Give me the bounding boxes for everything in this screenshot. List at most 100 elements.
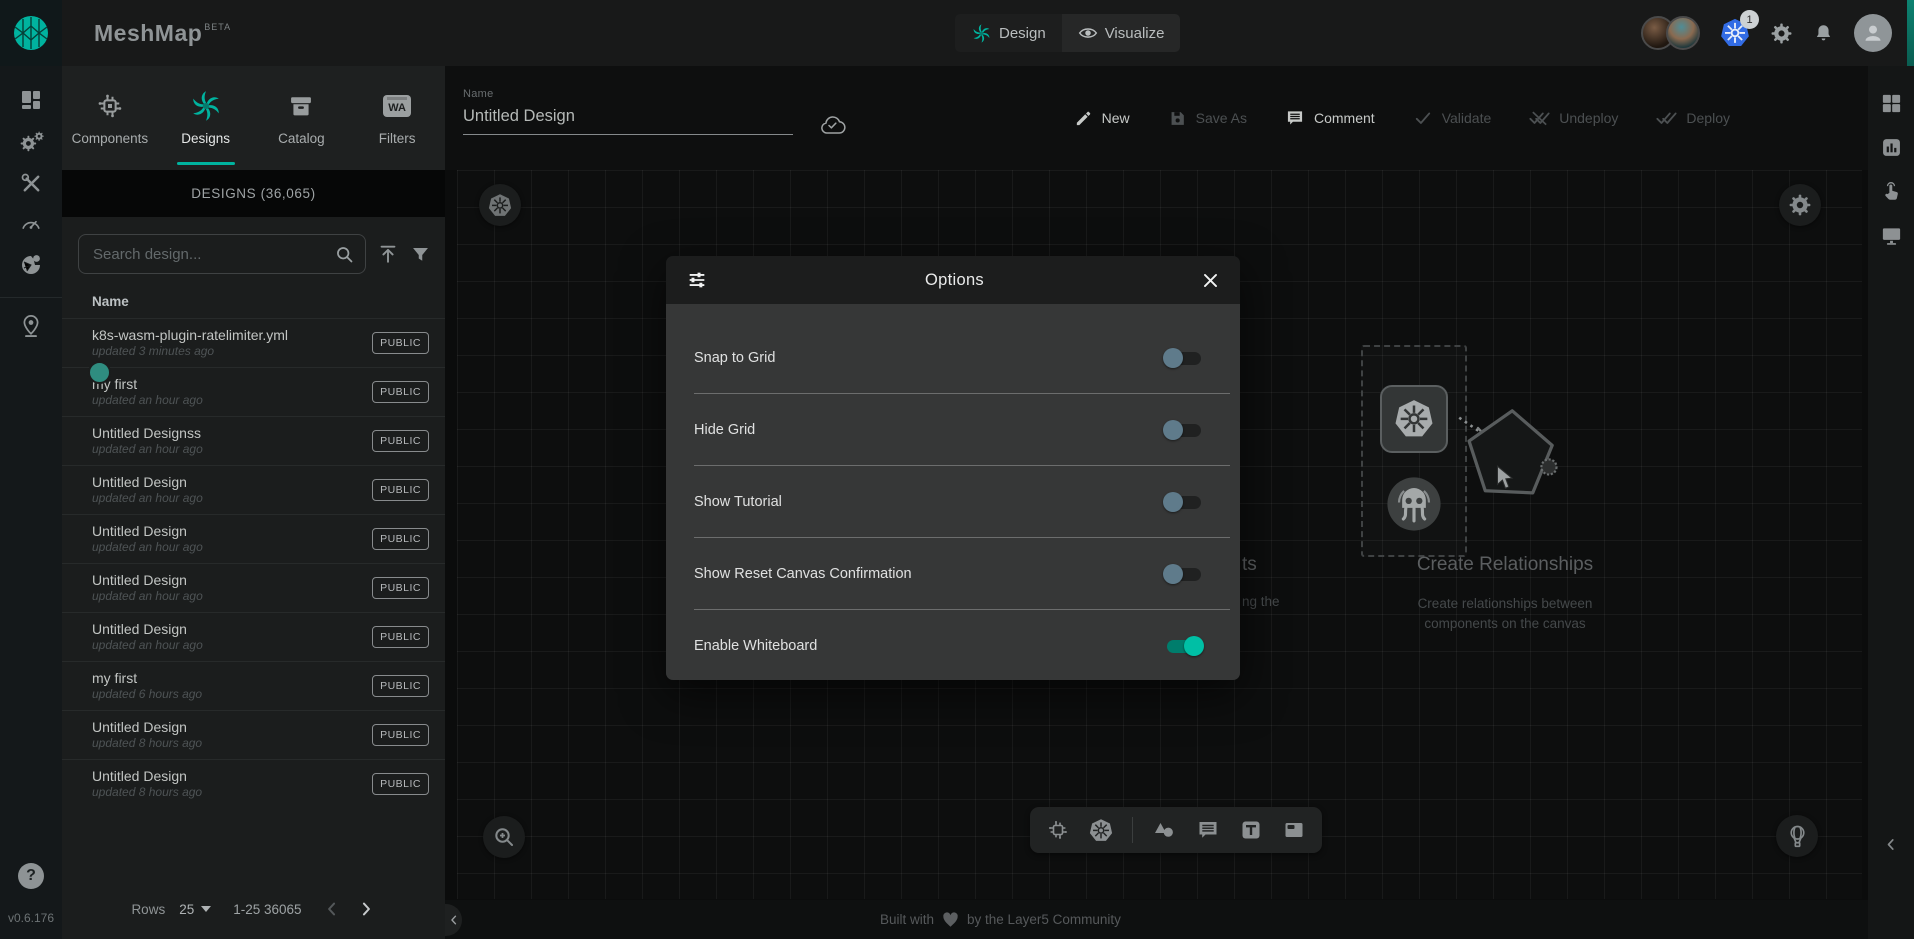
dock-expand-button[interactable] <box>1883 836 1900 853</box>
nav-dashboard[interactable] <box>19 88 43 112</box>
shapes-tool[interactable] <box>1152 818 1177 842</box>
undeploy-icon <box>1529 108 1550 128</box>
wasm-filter-icon: WA <box>383 90 411 122</box>
save-as-label: Save As <box>1196 110 1247 126</box>
close-button[interactable] <box>1201 271 1220 290</box>
save-as-button[interactable]: Save As <box>1168 109 1247 128</box>
kubernetes-context-button[interactable] <box>479 184 521 226</box>
add-component-tool[interactable] <box>1046 818 1070 842</box>
comment-tool[interactable] <box>1196 818 1220 842</box>
dock-widgets-button[interactable] <box>1880 92 1903 115</box>
design-row[interactable]: Untitled Design updated 8 hours ago PUBL… <box>62 759 445 808</box>
nav-mesh[interactable] <box>19 253 43 277</box>
header-right: 1 <box>1641 0 1892 66</box>
dock-screen-button[interactable] <box>1880 224 1903 247</box>
tab-design[interactable]: Design <box>955 14 1062 52</box>
chevron-left-icon <box>322 899 342 919</box>
dock-charts-button[interactable] <box>1880 136 1903 159</box>
tab-visualize[interactable]: Visualize <box>1062 14 1181 52</box>
new-button[interactable]: New <box>1074 109 1130 128</box>
tab-designs[interactable]: Designs <box>158 66 254 170</box>
kubernetes-context-chip[interactable]: 1 <box>1720 17 1750 49</box>
help-button[interactable]: ? <box>18 863 44 889</box>
pencil-icon <box>1074 109 1093 128</box>
nav-lifecycle[interactable] <box>18 130 44 154</box>
nav-toolkit[interactable] <box>20 172 43 195</box>
community-text: by the Layer5 Community <box>967 912 1121 927</box>
components-icon <box>95 90 125 122</box>
design-row[interactable]: my first updated 6 hours ago PUBLIC <box>62 661 445 710</box>
left-nav-rail: ? v0.6.176 <box>0 66 62 939</box>
undeploy-button[interactable]: Undeploy <box>1529 108 1618 128</box>
design-row[interactable]: Untitled Design updated 8 hours ago PUBL… <box>62 710 445 759</box>
hide-grid-toggle[interactable] <box>1163 420 1204 440</box>
layer5-logo-button[interactable] <box>0 0 62 66</box>
design-row[interactable]: Untitled Design updated an hour ago PUBL… <box>62 514 445 563</box>
design-row[interactable]: Untitled Design updated an hour ago PUBL… <box>62 563 445 612</box>
search-icon <box>334 244 355 265</box>
notifications-button[interactable] <box>1813 22 1834 44</box>
design-row[interactable]: k8s-wasm-plugin-ratelimiter.yml updated … <box>62 318 445 367</box>
design-row[interactable]: Untitled Design updated an hour ago PUBL… <box>62 465 445 514</box>
zoom-button[interactable] <box>483 816 525 858</box>
gear-icon <box>1770 22 1793 45</box>
options-modal-header: Options <box>666 256 1240 304</box>
filter-button[interactable] <box>410 244 431 265</box>
dock-interact-button[interactable] <box>1880 180 1902 203</box>
validate-button[interactable]: Validate <box>1413 108 1492 128</box>
prev-page-button[interactable] <box>322 899 342 919</box>
kubernetes-icon <box>1089 818 1113 843</box>
search-input[interactable] <box>91 245 334 264</box>
text-icon <box>1239 818 1263 842</box>
settings-button[interactable] <box>1770 22 1793 45</box>
canvas-settings-button[interactable] <box>1779 184 1821 226</box>
illustration-drop-zone <box>1361 345 1467 557</box>
option-row-snap-to-grid: Snap to Grid <box>694 322 1230 394</box>
section-title: DESIGNS (36,065) <box>62 170 445 217</box>
comment-button[interactable]: Comment <box>1285 108 1375 128</box>
tab-design-label: Design <box>999 25 1046 42</box>
design-row[interactable]: Untitled Design updated an hour ago PUBL… <box>62 612 445 661</box>
whiteboard-balloon-button[interactable] <box>1776 815 1818 857</box>
kubernetes-tool[interactable] <box>1089 818 1113 843</box>
rail-bottom: ? v0.6.176 <box>8 863 54 925</box>
bell-icon <box>1813 22 1834 44</box>
tab-filters[interactable]: WA Filters <box>349 66 445 170</box>
design-name-field: Name <box>463 88 809 135</box>
reset-canvas-confirmation-toggle[interactable] <box>1163 564 1204 584</box>
snap-to-grid-toggle[interactable] <box>1163 348 1204 368</box>
option-row-enable-whiteboard: Enable Whiteboard <box>694 610 1230 680</box>
deploy-button[interactable]: Deploy <box>1656 108 1730 128</box>
rows-per-page-select[interactable]: 25 <box>179 902 211 917</box>
visibility-badge: PUBLIC <box>372 381 429 403</box>
profile-button[interactable] <box>1854 14 1892 52</box>
nav-meshmap[interactable] <box>20 314 42 338</box>
design-name-input[interactable] <box>463 100 793 135</box>
visibility-badge: PUBLIC <box>372 626 429 648</box>
options-modal-title: Options <box>708 271 1201 290</box>
tab-catalog[interactable]: Catalog <box>254 66 350 170</box>
design-row[interactable]: my first updated an hour ago PUBLIC <box>62 367 445 416</box>
media-tool[interactable] <box>1282 818 1306 842</box>
enable-whiteboard-toggle[interactable] <box>1163 636 1204 656</box>
show-tutorial-toggle[interactable] <box>1163 492 1204 512</box>
nav-performance[interactable] <box>19 213 43 235</box>
import-design-button[interactable] <box>377 243 399 265</box>
visibility-badge: PUBLIC <box>372 773 429 795</box>
next-page-button[interactable] <box>356 899 376 919</box>
collaborator-avatar[interactable] <box>1666 16 1700 50</box>
occluded-title-fragment: ts <box>1242 554 1257 576</box>
design-row[interactable]: Untitled Designss updated an hour ago PU… <box>62 416 445 465</box>
collaborator-avatars[interactable] <box>1641 16 1700 50</box>
tab-catalog-label: Catalog <box>278 131 325 146</box>
text-tool[interactable] <box>1239 818 1263 842</box>
funnel-icon <box>410 244 431 265</box>
comment-label: Comment <box>1314 110 1375 126</box>
close-icon <box>1201 271 1220 290</box>
tab-components[interactable]: Components <box>62 66 158 170</box>
components-chip-icon <box>1046 818 1070 842</box>
check-icon <box>1413 108 1433 128</box>
comment-icon <box>1196 818 1220 842</box>
option-label: Enable Whiteboard <box>694 638 817 654</box>
search-box[interactable] <box>78 234 366 274</box>
